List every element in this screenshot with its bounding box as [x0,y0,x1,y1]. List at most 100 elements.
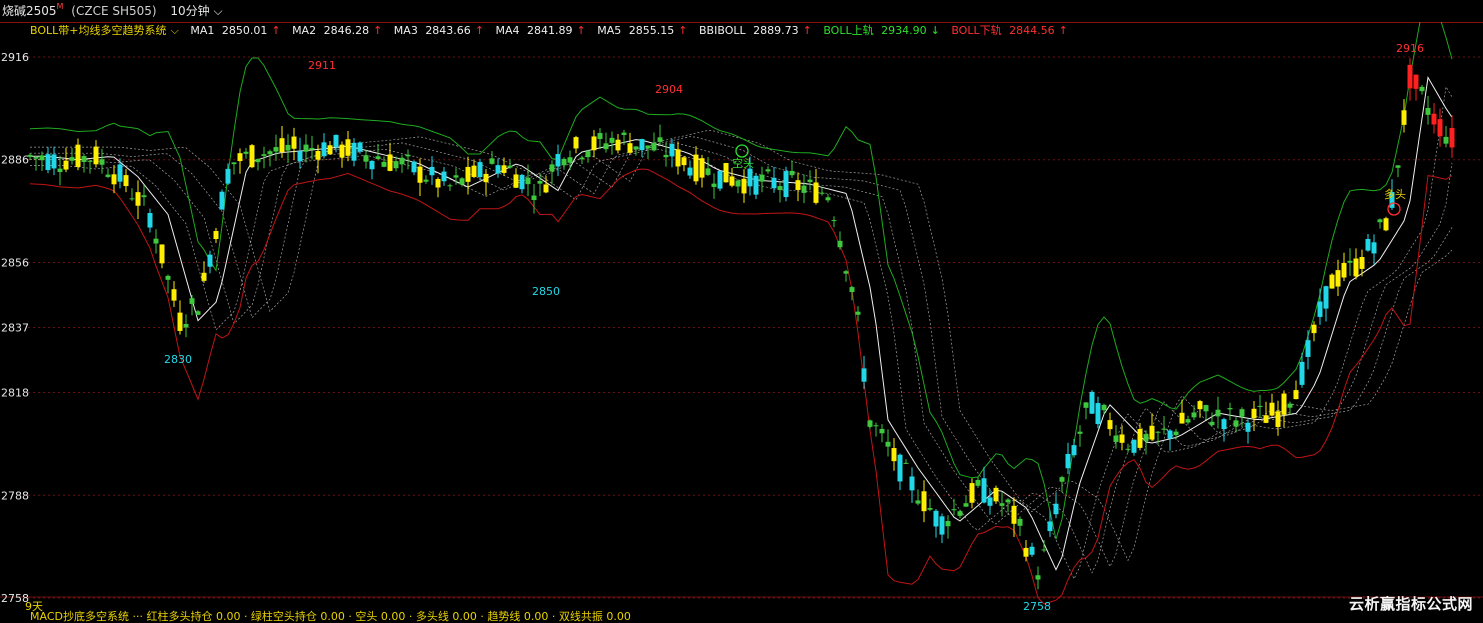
candle-body [297,151,303,162]
y-tick-label: 2788 [1,489,29,502]
candle-body [765,169,771,172]
candle-body [915,500,921,504]
candlestick-chart[interactable]: 2916 2886 2856 2837 2818 2788 2758 2911 2904 2… [0,22,1483,619]
candle-body [1395,165,1401,168]
candle-body [1239,409,1245,417]
candle-body [885,441,891,447]
candle-body [849,287,855,293]
candle-body [75,144,81,167]
candle-body [621,132,627,135]
candle-body [801,185,807,193]
candle-body [495,165,501,174]
candle-body [201,272,207,281]
candle-body [909,476,915,491]
candle-body [1407,64,1413,89]
candle-body [1191,412,1197,418]
y-tick-label: 2856 [1,256,29,269]
candle-body [663,154,669,158]
low-label-3: 2758 [1023,600,1051,613]
candle-body [471,165,477,177]
chevron-down-icon: ⌵ [213,4,223,18]
candle-body [921,491,927,512]
candle-body [609,137,615,143]
low-label-2: 2850 [532,285,560,298]
price-axis: 2916288628562837281827882758 [1,51,29,605]
candle-body [813,182,819,203]
candle-body [105,174,111,177]
candle-body [429,166,435,176]
candle-body [375,156,381,159]
candle-body [1431,113,1437,125]
candle-body [963,503,969,507]
high-label-2: 2904 [655,83,683,96]
candle-body [993,487,999,502]
candle-body [603,143,609,150]
candle-body [1155,431,1161,433]
candle-body [519,174,525,190]
candle-body [1161,428,1167,430]
candle-body [1443,136,1449,144]
symbol-code: (CZCE SH505) [71,4,157,18]
candle-body [627,143,633,153]
low-label-1: 2830 [164,353,192,366]
candle-body [1377,219,1383,223]
candle-body [465,166,471,182]
candle-body [1179,412,1185,424]
candle-body [243,151,249,154]
watermark: 云析赢指标公式网 [1348,595,1473,613]
candle-body [1035,575,1041,580]
candle-body [51,154,57,169]
candle-body [1023,547,1029,557]
candle-body [759,174,765,182]
candle-body [579,157,585,160]
candle-body [417,166,423,183]
candle-body [81,156,87,163]
candle-body [333,134,339,148]
period-selector[interactable]: 10分钟 ⌵ [170,0,222,22]
candle-body [219,191,225,210]
ma-line [30,142,1453,574]
candle-body [561,158,567,166]
candle-body [723,163,729,183]
candle-body [1305,340,1311,357]
candle-body [741,178,747,194]
candle-body [45,154,51,171]
candle-body [1107,420,1113,430]
short-signal-label: 空头 [732,156,754,170]
candle-body [381,161,387,167]
candle-body [687,167,693,176]
candle-body [357,142,363,152]
candle-body [369,160,375,170]
candle-body [711,183,717,187]
candle-body [945,521,951,527]
candle-body [1347,260,1353,263]
candle-body [1149,425,1155,440]
candle-body [489,158,495,164]
candle-body [753,175,759,195]
candle-body [783,171,789,198]
candle-body [573,137,579,149]
candle-body [405,154,411,157]
candle-body [633,146,639,150]
candle-body [681,157,687,166]
candle-body [1083,402,1089,408]
candle-body [351,142,357,161]
candle-body [87,160,93,162]
candle-body [843,271,849,274]
candle-body [1437,119,1443,137]
candle-body [825,197,831,201]
symbol-name[interactable]: 烧碱2505 [0,0,57,22]
high-label-3: 2916 [1396,42,1424,55]
candle-body [867,420,873,427]
candle-body [1401,110,1407,125]
candle-body [123,175,129,187]
candle-body [435,179,441,188]
y-tick-label: 2818 [1,387,29,400]
candle-body [1089,391,1095,414]
candle-body [939,516,945,535]
candle-body [1419,86,1425,92]
candle-body [1047,521,1053,532]
candle-body [99,159,105,165]
candle-body [1137,429,1143,448]
candle-body [513,174,519,188]
